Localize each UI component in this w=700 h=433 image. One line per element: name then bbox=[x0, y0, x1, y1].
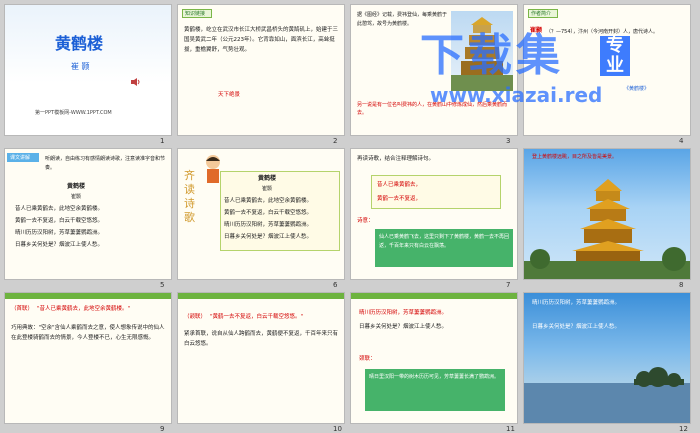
slide-number: 1 bbox=[160, 137, 165, 145]
verse-line-1: 晴川历历汉阳树，芳草萋萋鹦鹉洲。 bbox=[532, 300, 621, 306]
poem-line-2: 黄鹤一去不复返，白云千载空悠悠。 bbox=[15, 218, 104, 224]
couplet-tag: （首联） bbox=[11, 306, 34, 312]
slide-thumbnail-6[interactable]: 齐读诗歌 黄鹤楼 崔颢 昔人已乘黄鹤去，此地空余黄鹤楼。 黄鹤一去不复返，白云千… bbox=[177, 148, 345, 280]
slide-caption: 登上黄鹤楼远眺，目之所及皆是美景。 bbox=[532, 154, 618, 160]
highlight-text: 《黄鹤楼》 bbox=[624, 86, 650, 92]
meaning-label: 诗意： bbox=[357, 218, 374, 224]
speaker-icon[interactable] bbox=[131, 71, 140, 86]
slide-number: 12 bbox=[679, 425, 688, 433]
slide-thumbnail-5[interactable]: 课文讲解 听朗读，自由练习有感情朗读诗歌，注意读准字音和节奏。 黄鹤楼 崔颢 昔… bbox=[4, 148, 172, 280]
watermark-line1: 下载集 bbox=[420, 30, 564, 81]
slide-top-band bbox=[178, 293, 344, 299]
verse-line-2: 日暮乡关何处是？烟波江上使人愁。 bbox=[359, 324, 448, 330]
slide-top-band bbox=[351, 293, 517, 299]
slide-thumbnail-12[interactable]: 晴川历历汉阳树，芳草萋萋鹦鹉洲。 日暮乡关何处是？烟波江上使人愁。 bbox=[523, 292, 691, 424]
slide-hint: 再读诗歌，结合注释理解诗句。 bbox=[357, 156, 435, 162]
verse-line-2: 黄鹤一去不复返， bbox=[377, 196, 422, 202]
slide-number: 6 bbox=[333, 281, 338, 289]
poem-line-1: 昔人已乘黄鹤去，此地空余黄鹤楼。 bbox=[224, 198, 313, 204]
tower-photo bbox=[524, 173, 690, 279]
verse-line-2: 日暮乡关何处是？烟波江上使人愁。 bbox=[532, 324, 621, 330]
slide-sorter-grid: 黄鹤楼 崔 颢 第一PPT模板网-WWW.1PPT.COM 1 知识链接 黄鹤楼… bbox=[0, 0, 700, 433]
poem-line-2: 黄鹤一去不复返，白云千载空悠悠。 bbox=[224, 210, 313, 216]
poem-line-4: 日暮乡关何处是？烟波江上使人愁。 bbox=[224, 234, 313, 240]
slide-number: 3 bbox=[506, 137, 511, 145]
poem-author: 崔颢 bbox=[262, 186, 273, 192]
tag-label: 作者简介 bbox=[531, 11, 552, 17]
slide-title: 黄鹤楼 bbox=[55, 34, 104, 53]
slide-number: 7 bbox=[506, 281, 511, 289]
slide-number: 4 bbox=[679, 137, 684, 145]
verse-line-1: 昔人已乘黄鹤去， bbox=[377, 182, 422, 188]
slide-top-band bbox=[5, 293, 171, 299]
slide-author: 崔 颢 bbox=[71, 62, 90, 71]
tag-label: 知识链接 bbox=[185, 11, 206, 17]
meaning-label: 颈联： bbox=[359, 356, 376, 362]
poem-line-3: 晴川历历汉阳树，芳草萋萋鹦鹉洲。 bbox=[224, 222, 313, 228]
slide-number: 8 bbox=[679, 281, 684, 289]
couplet-tag: （颔联） bbox=[184, 314, 207, 320]
meaning-text: 晴日里汉阳一带的树木历历可见，芳草萋萋长满了鹦鹉洲。 bbox=[369, 374, 500, 380]
slide-thumbnail-2[interactable]: 知识链接 黄鹤楼，屹立在武汉市长江大桥武昌桥头的黄鹄矶上，始建于三国吴黄武二年（… bbox=[177, 4, 345, 136]
slide-body: 黄鹤楼，屹立在武汉市长江大桥武昌桥头的黄鹄矶上，始建于三国吴黄武二年（公元223… bbox=[184, 27, 339, 53]
lake-photo bbox=[524, 353, 690, 423]
meaning-text: 仙人已乘黄鹤飞去，这里只剩下了黄鹤楼，黄鹤一去不再回返，千百年来只有白云在飘荡。 bbox=[379, 234, 510, 249]
slide-number: 9 bbox=[160, 425, 165, 433]
highlight-text: 天下绝景 bbox=[218, 92, 241, 98]
watermark-line2: 专业 bbox=[600, 36, 630, 76]
poem-line-3: 晴川历历汉阳树，芳草萋萋鹦鹉洲。 bbox=[15, 230, 104, 236]
slide-thumbnail-1[interactable]: 黄鹤楼 崔 颢 第一PPT模板网-WWW.1PPT.COM bbox=[4, 4, 172, 136]
slide-body: 巧用典故："空余"含仙人乘鹤而去之意，使人想象传说中的仙人在此登楼骑鹤而去的情景… bbox=[11, 325, 165, 341]
tag-label: 课文讲解 bbox=[10, 155, 31, 161]
slide-number: 10 bbox=[333, 425, 342, 433]
slide-thumbnail-10[interactable]: （颔联） "黄鹤一去不复返，白云千载空悠悠。" 紧承首联，说自从仙人跨鹤而去，黄… bbox=[177, 292, 345, 424]
slide-number: 5 bbox=[160, 281, 165, 289]
verse-line-1: 晴川历历汉阳树，芳草萋萋鹦鹉洲。 bbox=[359, 310, 448, 316]
slide-number: 2 bbox=[333, 137, 338, 145]
poem-author: 崔颢 bbox=[71, 194, 82, 200]
poem-title: 黄鹤楼 bbox=[258, 175, 277, 182]
slide-thumbnail-7[interactable]: 再读诗歌，结合注释理解诗句。 昔人已乘黄鹤去， 黄鹤一去不复返， 诗意： 仙人已… bbox=[350, 148, 518, 280]
slide-thumbnail-11[interactable]: 晴川历历汉阳树，芳草萋萋鹦鹉洲。 日暮乡关何处是？烟波江上使人愁。 颈联： 晴日… bbox=[350, 292, 518, 424]
slide-thumbnail-9[interactable]: （首联） "昔人已乘黄鹤去，此地空余黄鹤楼。" 巧用典故："空余"含仙人乘鹤而去… bbox=[4, 292, 172, 424]
slide-thumbnail-8[interactable]: 登上黄鹤楼远眺，目之所及皆是美景。 bbox=[523, 148, 691, 280]
slide-hint: 听朗读，自由练习有感情朗读诗歌，注意读准字音和节奏。 bbox=[45, 156, 166, 171]
slide-body: 据《图经》记载，费祎登仙，每乘黄鹤于此憩驾，故号为黄鹤楼。 bbox=[357, 12, 448, 27]
slide-body: 紧承首联，说自从仙人跨鹤而去，黄鹤便不复返，千百年来只有白云悠悠。 bbox=[184, 331, 339, 347]
poem-line-1: 昔人已乘黄鹤去，此地空余黄鹤楼。 bbox=[15, 206, 104, 212]
slide-number: 11 bbox=[506, 425, 515, 433]
couplet-quote: "昔人已乘黄鹤去，此地空余黄鹤楼。" bbox=[37, 306, 131, 312]
slide-footer: 第一PPT模板网-WWW.1PPT.COM bbox=[35, 110, 112, 116]
couplet-quote: "黄鹤一去不复返，白云千载空悠悠。" bbox=[210, 314, 304, 320]
slide-side-title: 齐读诗歌 bbox=[184, 169, 195, 224]
poem-line-4: 日暮乡关何处是？烟波江上使人愁。 bbox=[15, 242, 104, 248]
poem-title: 黄鹤楼 bbox=[67, 183, 86, 190]
watermark-url: www.xiazai.red bbox=[430, 83, 603, 107]
